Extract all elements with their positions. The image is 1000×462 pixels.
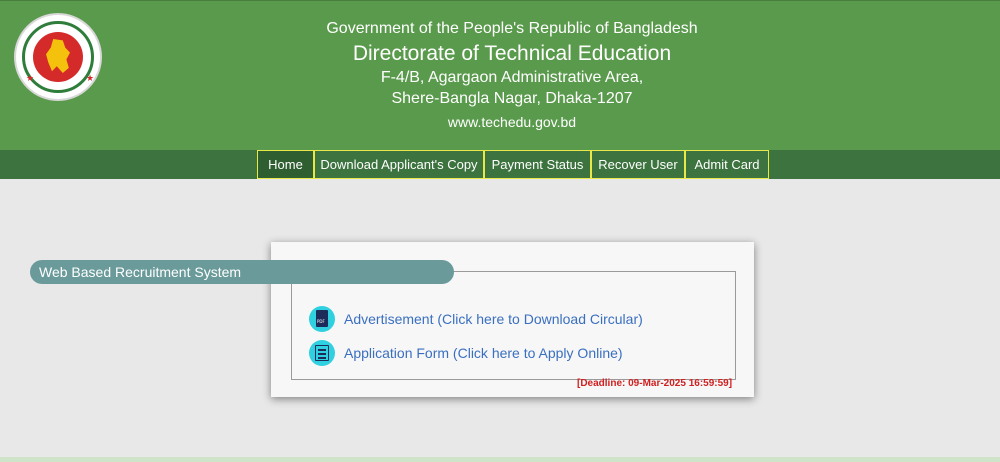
footer-strip <box>0 457 1000 462</box>
site-header: ★ ★ Government of the People's Republic … <box>0 0 1000 150</box>
main-nav: Home Download Applicant's Copy Payment S… <box>0 150 1000 179</box>
address-line-2: Shere-Bangla Nagar, Dhaka-1207 <box>391 90 633 107</box>
nav-home[interactable]: Home <box>257 150 314 179</box>
government-name: Government of the People's Republic of B… <box>326 20 698 37</box>
advertisement-link[interactable]: Advertisement (Click here to Download Ci… <box>344 311 643 327</box>
pdf-icon[interactable]: PDF <box>309 306 335 332</box>
nav-recover-user[interactable]: Recover User <box>591 150 685 179</box>
nav-admit-card[interactable]: Admit Card <box>685 150 769 179</box>
nav-payment-status[interactable]: Payment Status <box>484 150 591 179</box>
application-form-link[interactable]: Application Form (Click here to Apply On… <box>344 345 623 361</box>
address-line-1: F-4/B, Agargaon Administrative Area, <box>380 69 644 86</box>
page-title: Directorate of Technical Education <box>352 42 672 65</box>
website-url: www.techedu.gov.bd <box>447 114 577 130</box>
form-icon[interactable] <box>309 340 335 366</box>
nav-download-applicant-copy[interactable]: Download Applicant's Copy <box>314 150 484 179</box>
panel-legend: Web Based Recruitment System <box>30 260 454 284</box>
deadline-text: [Deadline: 09-Mar-2025 16:59:59] <box>577 378 733 389</box>
